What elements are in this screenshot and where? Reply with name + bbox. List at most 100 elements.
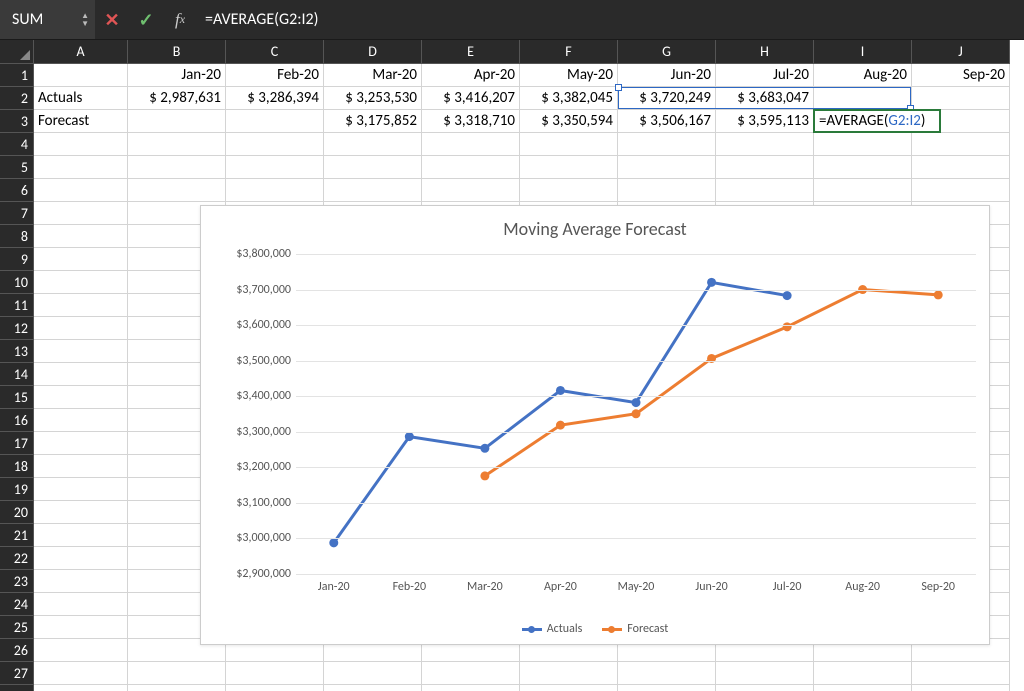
cell[interactable]: Jun-20 [618, 64, 716, 87]
row-header-4[interactable]: 4 [0, 133, 34, 156]
column-header-E[interactable]: E [422, 40, 520, 64]
cell[interactable] [226, 662, 324, 685]
row-header-8[interactable]: 8 [0, 225, 34, 248]
cell[interactable] [34, 64, 128, 87]
cell[interactable] [226, 110, 324, 133]
cell[interactable] [422, 133, 520, 156]
cell[interactable]: $ 3,416,207 [422, 87, 520, 110]
row-header-11[interactable]: 11 [0, 294, 34, 317]
cell[interactable]: May-20 [520, 64, 618, 87]
cell[interactable]: Aug-20 [814, 64, 912, 87]
cell[interactable] [128, 133, 226, 156]
cell[interactable] [422, 662, 520, 685]
cell[interactable] [226, 133, 324, 156]
cell[interactable]: Feb-20 [226, 64, 324, 87]
cell[interactable] [618, 662, 716, 685]
column-header-D[interactable]: D [324, 40, 422, 64]
column-header-C[interactable]: C [226, 40, 324, 64]
row-header-18[interactable]: 18 [0, 455, 34, 478]
cell[interactable] [520, 179, 618, 202]
cell[interactable] [128, 179, 226, 202]
cell[interactable] [716, 133, 814, 156]
cell[interactable] [34, 225, 128, 248]
cell[interactable] [912, 156, 1010, 179]
cell[interactable] [324, 156, 422, 179]
row-header-9[interactable]: 9 [0, 248, 34, 271]
cell[interactable] [814, 685, 912, 691]
cell[interactable] [912, 133, 1010, 156]
cell[interactable] [226, 685, 324, 691]
cancel-icon[interactable]: ✕ [95, 0, 129, 39]
row-header-5[interactable]: 5 [0, 156, 34, 179]
column-header-A[interactable]: A [34, 40, 128, 64]
cell[interactable] [34, 294, 128, 317]
cell[interactable] [912, 87, 1010, 110]
column-header-G[interactable]: G [618, 40, 716, 64]
row-header-25[interactable]: 25 [0, 616, 34, 639]
row-header-3[interactable]: 3 [0, 110, 34, 133]
row-header-10[interactable]: 10 [0, 271, 34, 294]
cell[interactable] [34, 202, 128, 225]
cell[interactable] [520, 156, 618, 179]
cell[interactable] [324, 133, 422, 156]
cell[interactable]: Sep-20 [912, 64, 1010, 87]
cell[interactable] [128, 156, 226, 179]
cell[interactable] [814, 662, 912, 685]
cell[interactable] [912, 662, 1010, 685]
cell[interactable] [34, 455, 128, 478]
cell[interactable]: Jan-20 [128, 64, 226, 87]
name-box-stepper-icon[interactable]: ▲▼ [81, 12, 89, 28]
cell[interactable] [34, 501, 128, 524]
row-header-23[interactable]: 23 [0, 570, 34, 593]
cell[interactable] [716, 179, 814, 202]
column-header-H[interactable]: H [716, 40, 814, 64]
cell[interactable] [34, 271, 128, 294]
row-header-7[interactable]: 7 [0, 202, 34, 225]
cell[interactable] [34, 317, 128, 340]
cell[interactable] [34, 547, 128, 570]
row-header-1[interactable]: 1 [0, 64, 34, 87]
cell[interactable] [618, 685, 716, 691]
cell[interactable] [34, 386, 128, 409]
cell[interactable] [422, 156, 520, 179]
cell[interactable] [814, 156, 912, 179]
cell[interactable] [34, 524, 128, 547]
cell[interactable] [618, 133, 716, 156]
row-header-16[interactable]: 16 [0, 409, 34, 432]
cell[interactable] [128, 685, 226, 691]
formula-input[interactable]: =AVERAGE(G2:I2) [197, 10, 1024, 29]
row-header-14[interactable]: 14 [0, 363, 34, 386]
cell[interactable] [520, 662, 618, 685]
cell[interactable]: $ 3,318,710 [422, 110, 520, 133]
cell[interactable] [814, 87, 912, 110]
cell[interactable]: $ 2,987,631 [128, 87, 226, 110]
name-box[interactable]: SUM ▲▼ [0, 0, 95, 39]
cell[interactable] [34, 685, 128, 691]
cell[interactable]: $ 3,286,394 [226, 87, 324, 110]
cell[interactable] [34, 248, 128, 271]
row-header-20[interactable]: 20 [0, 501, 34, 524]
row-header-13[interactable]: 13 [0, 340, 34, 363]
cell[interactable]: $ 3,506,167 [618, 110, 716, 133]
cell[interactable] [324, 179, 422, 202]
cell[interactable] [716, 685, 814, 691]
cell[interactable] [34, 179, 128, 202]
active-cell-editor[interactable]: =AVERAGE(G2:I2) [813, 109, 941, 133]
confirm-icon[interactable]: ✓ [129, 0, 163, 39]
fx-icon[interactable]: fx [163, 0, 197, 39]
cell[interactable]: $ 3,175,852 [324, 110, 422, 133]
row-header-6[interactable]: 6 [0, 179, 34, 202]
cell[interactable]: $ 3,720,249 [618, 87, 716, 110]
row-header-21[interactable]: 21 [0, 524, 34, 547]
row-header-17[interactable]: 17 [0, 432, 34, 455]
cell[interactable] [324, 662, 422, 685]
cell[interactable] [34, 639, 128, 662]
row-header-28[interactable]: 28 [0, 685, 34, 691]
cell[interactable]: Jul-20 [716, 64, 814, 87]
row-header-12[interactable]: 12 [0, 317, 34, 340]
cell[interactable] [422, 685, 520, 691]
row-header-15[interactable]: 15 [0, 386, 34, 409]
cell[interactable] [34, 156, 128, 179]
cell[interactable] [226, 156, 324, 179]
cell[interactable] [618, 179, 716, 202]
